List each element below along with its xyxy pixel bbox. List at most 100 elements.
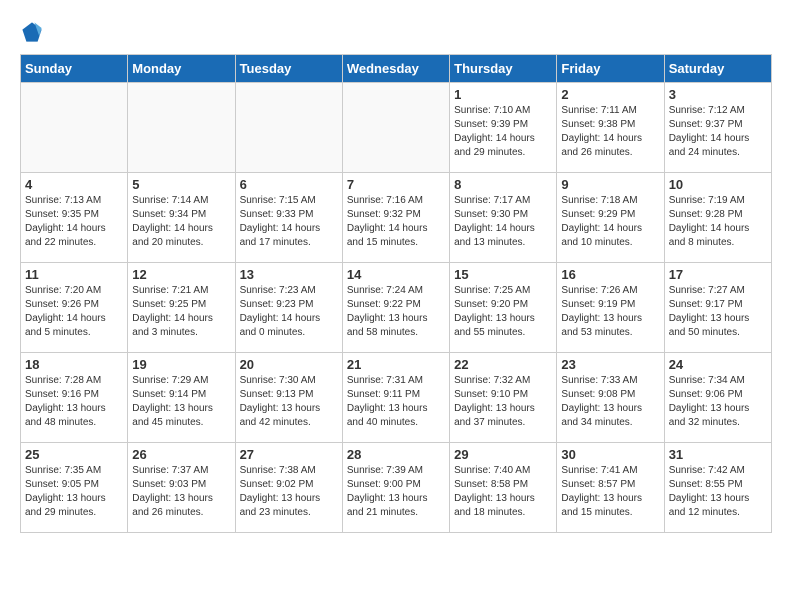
day-number: 31 [669,447,767,462]
calendar-cell: 14 Sunrise: 7:24 AM Sunset: 9:22 PM Dayli… [342,263,449,353]
day-info: Sunrise: 7:32 AM Sunset: 9:10 PM Dayligh… [454,374,552,430]
calendar-header-row: SundayMondayTuesdayWednesdayThursdayFrid… [21,55,772,83]
day-info: Sunrise: 7:21 AM Sunset: 9:25 PM Dayligh… [132,284,230,340]
day-info: Sunrise: 7:19 AM Sunset: 9:28 PM Dayligh… [669,194,767,250]
day-info: Sunrise: 7:14 AM Sunset: 9:34 PM Dayligh… [132,194,230,250]
day-number: 12 [132,267,230,282]
day-number: 25 [25,447,123,462]
day-header-monday: Monday [128,55,235,83]
day-number: 14 [347,267,445,282]
page-header [20,20,772,44]
day-number: 2 [561,87,659,102]
day-number: 16 [561,267,659,282]
day-number: 15 [454,267,552,282]
logo-icon [20,20,44,44]
day-info: Sunrise: 7:20 AM Sunset: 9:26 PM Dayligh… [25,284,123,340]
day-header-sunday: Sunday [21,55,128,83]
calendar-cell: 27 Sunrise: 7:38 AM Sunset: 9:02 PM Dayli… [235,443,342,533]
day-number: 13 [240,267,338,282]
day-number: 26 [132,447,230,462]
day-number: 29 [454,447,552,462]
day-info: Sunrise: 7:10 AM Sunset: 9:39 PM Dayligh… [454,104,552,160]
day-number: 23 [561,357,659,372]
day-number: 11 [25,267,123,282]
day-header-friday: Friday [557,55,664,83]
day-number: 28 [347,447,445,462]
day-info: Sunrise: 7:16 AM Sunset: 9:32 PM Dayligh… [347,194,445,250]
calendar-cell: 22 Sunrise: 7:32 AM Sunset: 9:10 PM Dayli… [450,353,557,443]
day-info: Sunrise: 7:25 AM Sunset: 9:20 PM Dayligh… [454,284,552,340]
calendar-cell: 28 Sunrise: 7:39 AM Sunset: 9:00 PM Dayli… [342,443,449,533]
day-info: Sunrise: 7:37 AM Sunset: 9:03 PM Dayligh… [132,464,230,520]
calendar-cell: 4 Sunrise: 7:13 AM Sunset: 9:35 PM Daylig… [21,173,128,263]
day-number: 4 [25,177,123,192]
day-info: Sunrise: 7:41 AM Sunset: 8:57 PM Dayligh… [561,464,659,520]
calendar-cell: 29 Sunrise: 7:40 AM Sunset: 8:58 PM Dayli… [450,443,557,533]
day-info: Sunrise: 7:11 AM Sunset: 9:38 PM Dayligh… [561,104,659,160]
calendar-cell: 20 Sunrise: 7:30 AM Sunset: 9:13 PM Dayli… [235,353,342,443]
calendar-cell: 11 Sunrise: 7:20 AM Sunset: 9:26 PM Dayli… [21,263,128,353]
calendar-cell: 2 Sunrise: 7:11 AM Sunset: 9:38 PM Daylig… [557,83,664,173]
calendar-cell: 8 Sunrise: 7:17 AM Sunset: 9:30 PM Daylig… [450,173,557,263]
day-number: 18 [25,357,123,372]
calendar-cell [342,83,449,173]
day-info: Sunrise: 7:35 AM Sunset: 9:05 PM Dayligh… [25,464,123,520]
day-info: Sunrise: 7:34 AM Sunset: 9:06 PM Dayligh… [669,374,767,430]
day-info: Sunrise: 7:33 AM Sunset: 9:08 PM Dayligh… [561,374,659,430]
calendar-week-row: 18Sunrise: 7:28 AM Sunset: 9:16 PM Dayli… [21,353,772,443]
day-header-thursday: Thursday [450,55,557,83]
day-info: Sunrise: 7:39 AM Sunset: 9:00 PM Dayligh… [347,464,445,520]
calendar-cell: 1 Sunrise: 7:10 AM Sunset: 9:39 PM Daylig… [450,83,557,173]
calendar-cell [128,83,235,173]
calendar-cell: 7Sunrise: 7:16 AM Sunset: 9:32 PM Daylig… [342,173,449,263]
day-header-tuesday: Tuesday [235,55,342,83]
calendar-cell [235,83,342,173]
calendar-cell: 13 Sunrise: 7:23 AM Sunset: 9:23 PM Dayli… [235,263,342,353]
day-number: 8 [454,177,552,192]
day-info: Sunrise: 7:15 AM Sunset: 9:33 PM Dayligh… [240,194,338,250]
calendar-cell: 3Sunrise: 7:12 AM Sunset: 9:37 PM Daylig… [664,83,771,173]
calendar-cell: 31 Sunrise: 7:42 AM Sunset: 8:55 PM Dayli… [664,443,771,533]
calendar-week-row: 11 Sunrise: 7:20 AM Sunset: 9:26 PM Dayli… [21,263,772,353]
calendar-cell: 9 Sunrise: 7:18 AM Sunset: 9:29 PM Daylig… [557,173,664,263]
day-info: Sunrise: 7:38 AM Sunset: 9:02 PM Dayligh… [240,464,338,520]
day-number: 9 [561,177,659,192]
day-number: 27 [240,447,338,462]
calendar-cell: 16Sunrise: 7:26 AM Sunset: 9:19 PM Dayli… [557,263,664,353]
day-info: Sunrise: 7:17 AM Sunset: 9:30 PM Dayligh… [454,194,552,250]
calendar-cell: 19 Sunrise: 7:29 AM Sunset: 9:14 PM Dayli… [128,353,235,443]
calendar-cell: 10 Sunrise: 7:19 AM Sunset: 9:28 PM Dayli… [664,173,771,263]
calendar-cell: 6 Sunrise: 7:15 AM Sunset: 9:33 PM Daylig… [235,173,342,263]
calendar-cell: 25 Sunrise: 7:35 AM Sunset: 9:05 PM Dayli… [21,443,128,533]
day-info: Sunrise: 7:18 AM Sunset: 9:29 PM Dayligh… [561,194,659,250]
calendar-cell: 23 Sunrise: 7:33 AM Sunset: 9:08 PM Dayli… [557,353,664,443]
day-info: Sunrise: 7:42 AM Sunset: 8:55 PM Dayligh… [669,464,767,520]
day-number: 20 [240,357,338,372]
calendar-table: SundayMondayTuesdayWednesdayThursdayFrid… [20,54,772,533]
day-info: Sunrise: 7:30 AM Sunset: 9:13 PM Dayligh… [240,374,338,430]
calendar-week-row: 4 Sunrise: 7:13 AM Sunset: 9:35 PM Daylig… [21,173,772,263]
day-number: 1 [454,87,552,102]
day-number: 30 [561,447,659,462]
day-info: Sunrise: 7:23 AM Sunset: 9:23 PM Dayligh… [240,284,338,340]
calendar-cell: 12 Sunrise: 7:21 AM Sunset: 9:25 PM Dayli… [128,263,235,353]
day-number: 19 [132,357,230,372]
day-number: 6 [240,177,338,192]
day-number: 21 [347,357,445,372]
day-info: Sunrise: 7:29 AM Sunset: 9:14 PM Dayligh… [132,374,230,430]
calendar-cell [21,83,128,173]
day-info: Sunrise: 7:40 AM Sunset: 8:58 PM Dayligh… [454,464,552,520]
day-info: Sunrise: 7:27 AM Sunset: 9:17 PM Dayligh… [669,284,767,340]
calendar-cell: 26 Sunrise: 7:37 AM Sunset: 9:03 PM Dayli… [128,443,235,533]
day-number: 22 [454,357,552,372]
calendar-cell: 18Sunrise: 7:28 AM Sunset: 9:16 PM Dayli… [21,353,128,443]
day-number: 3 [669,87,767,102]
day-number: 17 [669,267,767,282]
calendar-week-row: 25 Sunrise: 7:35 AM Sunset: 9:05 PM Dayli… [21,443,772,533]
calendar-cell: 24 Sunrise: 7:34 AM Sunset: 9:06 PM Dayli… [664,353,771,443]
calendar-week-row: 1 Sunrise: 7:10 AM Sunset: 9:39 PM Daylig… [21,83,772,173]
day-info: Sunrise: 7:24 AM Sunset: 9:22 PM Dayligh… [347,284,445,340]
day-number: 24 [669,357,767,372]
day-number: 10 [669,177,767,192]
day-info: Sunrise: 7:13 AM Sunset: 9:35 PM Dayligh… [25,194,123,250]
